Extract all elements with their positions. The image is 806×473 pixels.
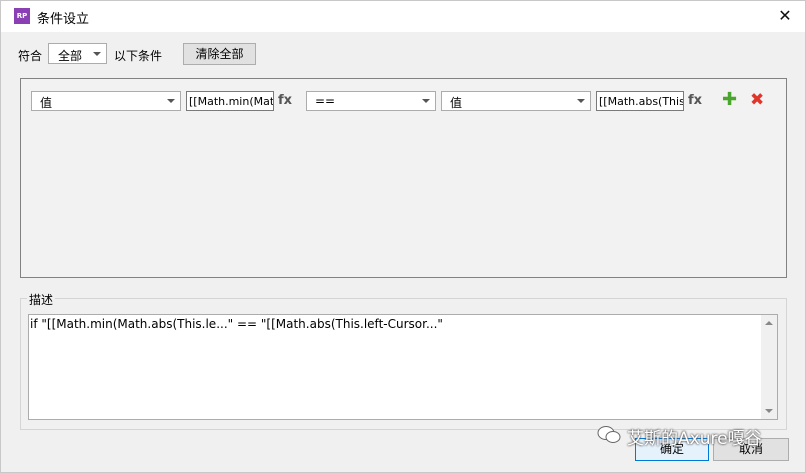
- left-value-text: [[Math.min(Math.a: [189, 95, 274, 108]
- chevron-down-icon: [167, 99, 175, 103]
- right-type-value: 值: [450, 96, 463, 110]
- window-title: 条件设立: [37, 12, 90, 27]
- left-fx-icon[interactable]: fx: [278, 93, 292, 108]
- clear-all-button[interactable]: 清除全部: [183, 43, 256, 65]
- watermark-text: 艾斯的Axure嘎谷: [627, 429, 762, 449]
- condition-dialog: RP 条件设立 ✕ 符合 全部 以下条件 清除全部 值 [[Math.min(M…: [0, 0, 806, 473]
- scroll-up-icon[interactable]: [765, 321, 773, 325]
- left-value-input[interactable]: [[Math.min(Math.a: [186, 91, 274, 111]
- delete-condition-icon[interactable]: ✖: [750, 90, 764, 110]
- match-mode-value: 全部: [58, 49, 83, 63]
- chevron-down-icon: [422, 99, 430, 103]
- description-label: 描述: [27, 291, 56, 308]
- condition-suffix-label: 以下条件: [114, 49, 163, 63]
- match-label: 符合: [18, 49, 43, 63]
- right-fx-icon[interactable]: fx: [688, 93, 702, 108]
- chevron-down-icon: [93, 52, 101, 56]
- axure-rp-icon: RP: [14, 8, 30, 24]
- close-button[interactable]: ✕: [771, 3, 799, 29]
- add-condition-icon[interactable]: ✚: [722, 89, 737, 110]
- left-type-select[interactable]: 值: [31, 91, 181, 111]
- title-bar: RP 条件设立 ✕: [1, 1, 805, 32]
- close-icon: ✕: [778, 6, 792, 25]
- scroll-down-icon[interactable]: [765, 409, 773, 413]
- right-value-input[interactable]: [[Math.abs(This.le: [596, 91, 684, 111]
- right-value-text: [[Math.abs(This.le: [599, 95, 684, 108]
- chevron-down-icon: [577, 99, 585, 103]
- description-textarea[interactable]: if "[[Math.min(Math.abs(This.le..." == "…: [28, 314, 778, 420]
- right-type-select[interactable]: 值: [441, 91, 591, 111]
- description-scrollbar[interactable]: [761, 315, 777, 419]
- description-text: if "[[Math.min(Math.abs(This.le..." == "…: [30, 317, 443, 331]
- match-mode-select[interactable]: 全部: [48, 43, 107, 64]
- condition-list-panel: 值 [[Math.min(Math.a fx == 值 [[Math.abs(T…: [20, 78, 787, 278]
- wechat-icon: [597, 426, 621, 443]
- operator-value: ==: [315, 94, 336, 108]
- operator-select[interactable]: ==: [306, 91, 436, 111]
- left-type-value: 值: [40, 96, 53, 110]
